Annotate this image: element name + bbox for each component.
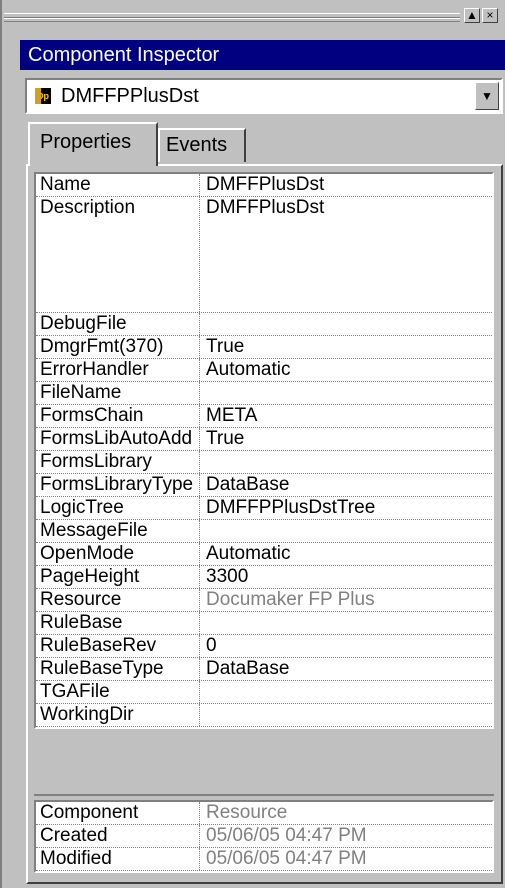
property-name: RuleBaseRev [36, 635, 200, 657]
property-value[interactable]: DMFFPPlusDstTree [202, 497, 375, 519]
property-row[interactable]: DmgrFmt(370) True [36, 336, 492, 359]
property-name: Component [36, 802, 200, 824]
property-value[interactable]: DMFFPlusDst [202, 174, 324, 196]
property-row[interactable]: RuleBase [36, 612, 492, 635]
property-row[interactable]: Description DMFFPlusDst [36, 197, 492, 313]
property-name: RuleBaseType [36, 658, 200, 680]
property-row[interactable]: WorkingDir [36, 704, 492, 727]
property-name: FormsLibraryType [36, 474, 200, 496]
property-value[interactable]: Automatic [202, 359, 290, 381]
property-value[interactable]: DMFFPlusDst [202, 197, 324, 219]
property-name: ErrorHandler [36, 359, 200, 381]
property-row[interactable]: FormsLibraryType DataBase [36, 474, 492, 497]
property-row[interactable]: TGAFile [36, 681, 492, 704]
property-name: FileName [36, 382, 200, 404]
property-name: RuleBase [36, 612, 200, 634]
properties-grid: Name DMFFPlusDst Description DMFFPlusDst Deb… [34, 172, 494, 729]
property-name: Created [36, 825, 200, 847]
property-row[interactable]: LogicTree DMFFPPlusDstTree [36, 497, 492, 520]
property-value[interactable]: Automatic [202, 543, 290, 565]
tab-properties[interactable]: Properties [28, 122, 158, 166]
close-icon[interactable]: × [482, 8, 498, 23]
property-row[interactable]: Name DMFFPlusDst [36, 174, 492, 197]
component-select[interactable]: Dp DMFFPPlusDst ▼ [25, 78, 503, 114]
property-row[interactable]: FormsLibAutoAdd True [36, 428, 492, 451]
property-name: PageHeight [36, 566, 200, 588]
tab-events[interactable]: Events [158, 128, 246, 162]
chevron-down-icon[interactable]: ▼ [475, 82, 499, 110]
property-value[interactable]: True [202, 336, 244, 358]
property-name: FormsLibrary [36, 451, 200, 473]
component-icon: Dp [35, 88, 51, 104]
info-grid: Component Resource Created 05/06/05 04:47 P… [34, 800, 494, 873]
property-row[interactable]: RuleBaseRev 0 [36, 635, 492, 658]
property-name: WorkingDir [36, 704, 200, 726]
property-row[interactable]: ErrorHandler Automatic [36, 359, 492, 382]
property-row[interactable]: FormsChain META [36, 405, 492, 428]
property-value[interactable]: 05/06/05 04:47 PM [202, 848, 367, 870]
property-value[interactable]: 3300 [202, 566, 248, 588]
property-row[interactable]: PageHeight 3300 [36, 566, 492, 589]
property-value[interactable]: Documaker FP Plus [202, 589, 375, 611]
property-name: FormsLibAutoAdd [36, 428, 200, 450]
toolbar-grip[interactable] [4, 13, 460, 22]
property-name: Description [36, 197, 200, 312]
property-row[interactable]: Modified 05/06/05 04:47 PM [36, 848, 492, 871]
property-value[interactable]: META [202, 405, 257, 427]
property-value[interactable]: True [202, 428, 244, 450]
property-name: FormsChain [36, 405, 200, 427]
property-name: DebugFile [36, 313, 200, 335]
property-name: TGAFile [36, 681, 200, 703]
property-row[interactable]: RuleBaseType DataBase [36, 658, 492, 681]
property-row[interactable]: DebugFile [36, 313, 492, 336]
property-value[interactable]: DataBase [202, 658, 289, 680]
property-value[interactable]: 05/06/05 04:47 PM [202, 825, 367, 847]
property-row[interactable]: Component Resource [36, 802, 492, 825]
property-name: OpenMode [36, 543, 200, 565]
window-title: Component Inspector [20, 40, 505, 70]
property-row[interactable]: Resource Documaker FP Plus [36, 589, 492, 612]
property-name: DmgrFmt(370) [36, 336, 200, 358]
property-row[interactable]: OpenMode Automatic [36, 543, 492, 566]
property-name: Name [36, 174, 200, 196]
up-arrow-icon[interactable]: ▲ [464, 8, 480, 23]
property-value[interactable]: Resource [202, 802, 287, 824]
property-row[interactable]: Created 05/06/05 04:47 PM [36, 825, 492, 848]
component-select-value: DMFFPPlusDst [61, 85, 199, 107]
property-name: Resource [36, 589, 200, 611]
property-row[interactable]: MessageFile [36, 520, 492, 543]
property-name: LogicTree [36, 497, 200, 519]
property-row[interactable]: FileName [36, 382, 492, 405]
property-row[interactable]: FormsLibrary [36, 451, 492, 474]
property-name: MessageFile [36, 520, 200, 542]
property-name: Modified [36, 848, 200, 870]
property-value[interactable]: 0 [202, 635, 217, 657]
property-value[interactable]: DataBase [202, 474, 289, 496]
